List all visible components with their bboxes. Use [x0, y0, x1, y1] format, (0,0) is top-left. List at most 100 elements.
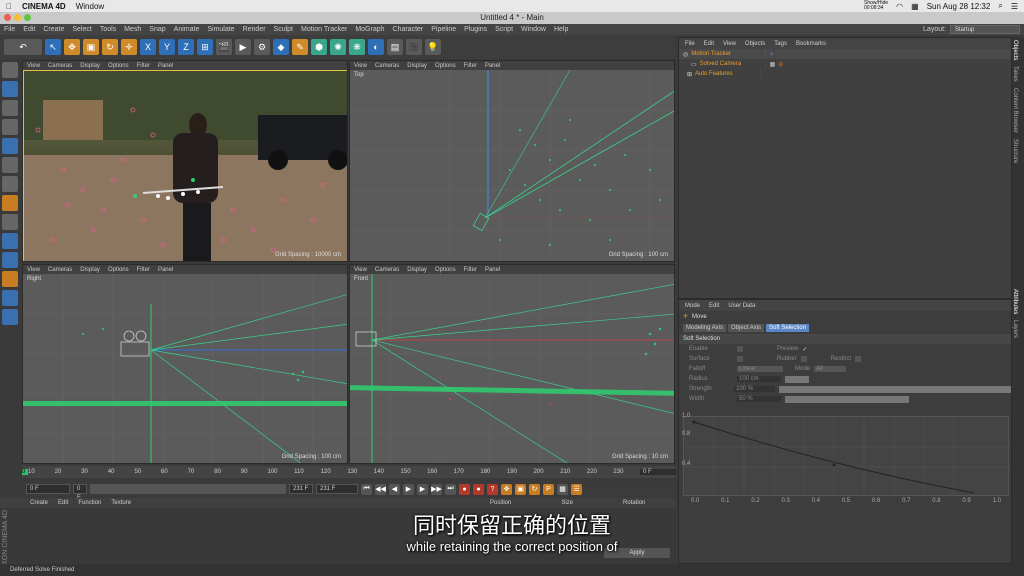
vp-menu-view[interactable]: View	[27, 63, 40, 69]
object-name[interactable]: Motion Tracker	[691, 51, 761, 57]
radius-slider[interactable]	[785, 375, 809, 383]
menu-simulate[interactable]: Simulate	[207, 26, 234, 33]
goto-start-icon[interactable]: ⏮	[361, 483, 372, 495]
om-menu-edit[interactable]: Edit	[704, 41, 714, 47]
tab-soft-selection[interactable]: Soft Selection	[766, 324, 810, 332]
protection-tag-icon[interactable]: ⊘	[778, 61, 783, 68]
menu-sculpt[interactable]: Sculpt	[274, 26, 293, 33]
rotate-tool-icon[interactable]: ↻	[102, 39, 118, 55]
vp-menu-view[interactable]: View	[354, 267, 367, 273]
model-mode-icon[interactable]	[2, 81, 18, 97]
menu-render[interactable]: Render	[243, 26, 266, 33]
start-frame-field[interactable]: 0 F	[26, 484, 70, 494]
menu-mesh[interactable]: Mesh	[124, 26, 141, 33]
layout-select[interactable]: Startup	[950, 25, 1020, 34]
om-menu-objects[interactable]: Objects	[745, 41, 765, 47]
viewport-top[interactable]: View Cameras Display Options Filter Pane…	[349, 60, 675, 262]
coord-system-icon[interactable]: ⊞	[197, 39, 213, 55]
dollar-icon[interactable]	[2, 252, 18, 268]
menu-snap[interactable]: Snap	[149, 26, 165, 33]
preview-range-end[interactable]: 231 F	[289, 484, 313, 494]
menu-animate[interactable]: Animate	[174, 26, 200, 33]
object-name[interactable]: Auto Features	[695, 71, 757, 77]
window-menu[interactable]: Window	[76, 2, 104, 11]
cloner-icon[interactable]: ✺	[330, 39, 346, 55]
radius-field[interactable]: 100 cm	[737, 376, 781, 382]
am-menu-mode[interactable]: Mode	[685, 303, 700, 309]
next-key-icon[interactable]: ▶▶	[431, 483, 442, 495]
render-view-icon[interactable]: 🎬	[216, 39, 232, 55]
menu-help[interactable]: Help	[554, 26, 568, 33]
workplane-icon[interactable]	[2, 119, 18, 135]
menu-mograph[interactable]: MoGraph	[355, 26, 384, 33]
vp-menu-display[interactable]: Display	[407, 63, 427, 69]
points-mode-icon[interactable]	[2, 138, 18, 154]
menu-pipeline[interactable]: Pipeline	[431, 26, 456, 33]
vp-menu-cameras[interactable]: Cameras	[48, 267, 72, 273]
vp-menu-view[interactable]: View	[354, 63, 367, 69]
tweak-mode-icon[interactable]	[2, 214, 18, 230]
play-icon[interactable]: ▶	[403, 483, 414, 495]
select-tool-icon[interactable]: ↖	[45, 39, 61, 55]
am-menu-edit[interactable]: Edit	[709, 303, 719, 309]
record-parameter-icon[interactable]: P	[543, 483, 554, 495]
prev-key-icon[interactable]: ◀◀	[375, 483, 386, 495]
vp-menu-panel[interactable]: Panel	[485, 267, 500, 273]
light-icon[interactable]: 💡	[425, 39, 441, 55]
keyframe-selection-icon[interactable]: ?	[487, 483, 498, 495]
viewport-front[interactable]: View Cameras Display Options Filter Pane…	[349, 264, 675, 464]
deformer-icon[interactable]: ❋	[349, 39, 365, 55]
tab-object-axis[interactable]: Object Axis	[728, 324, 765, 332]
side-tab-attributes[interactable]: Attributes	[1012, 286, 1018, 317]
texture-mode-icon[interactable]	[2, 100, 18, 116]
material-menu-create[interactable]: Create	[30, 500, 48, 506]
vp-menu-cameras[interactable]: Cameras	[375, 267, 399, 273]
search-icon[interactable]: ⌕	[998, 1, 1002, 11]
zoom-button[interactable]	[24, 14, 31, 21]
menu-icon[interactable]: ☰	[1011, 2, 1018, 11]
edges-mode-icon[interactable]	[2, 157, 18, 173]
width-field[interactable]: 50 %	[737, 396, 781, 402]
vp-menu-display[interactable]: Display	[80, 63, 100, 69]
vp-menu-filter[interactable]: Filter	[464, 63, 477, 69]
menu-motion-tracker[interactable]: Motion Tracker	[301, 26, 347, 33]
end-frame-field[interactable]: 231 F	[316, 484, 358, 494]
visibility-dots[interactable]: ⁚	[760, 71, 762, 78]
material-menu-texture[interactable]: Texture	[111, 500, 131, 506]
vp-menu-options[interactable]: Options	[435, 267, 456, 273]
record-pla-icon[interactable]: ▦	[557, 483, 568, 495]
timeline-ruler[interactable]: 0 10 20 30 40 50 60 70 80 90 100 110 120…	[22, 466, 677, 478]
floor-icon[interactable]: ▤	[387, 39, 403, 55]
rubber-checkbox[interactable]	[800, 356, 807, 362]
vp-menu-filter[interactable]: Filter	[464, 267, 477, 273]
object-row-motion-tracker[interactable]: ◎ Motion Tracker ⁚ ✧	[679, 49, 1011, 59]
autokey-icon[interactable]: ●	[473, 483, 484, 495]
paint-icon[interactable]	[2, 271, 18, 287]
object-row-solved-camera[interactable]: ▭ Solved Camera ⁚ ▦ ⊘	[679, 59, 1011, 69]
side-tab-layers[interactable]: Layers	[1012, 317, 1018, 341]
camera-tag-icon[interactable]: ▦	[770, 61, 776, 68]
vp-menu-filter[interactable]: Filter	[137, 267, 150, 273]
goto-end-icon[interactable]: ⏭	[445, 483, 456, 495]
surface-checkbox[interactable]	[737, 356, 743, 362]
app-menu[interactable]: CINEMA 4D	[22, 2, 66, 11]
x-axis-icon[interactable]: X	[140, 39, 156, 55]
prev-frame-icon[interactable]: ◀	[389, 483, 400, 495]
z-axis-icon[interactable]: Z	[178, 39, 194, 55]
preview-range-slider[interactable]	[90, 484, 286, 494]
y-axis-icon[interactable]: Y	[159, 39, 175, 55]
render-settings-icon[interactable]: ⚙	[254, 39, 270, 55]
side-tab-objects[interactable]: Objects	[1012, 37, 1018, 63]
om-menu-view[interactable]: View	[723, 41, 736, 47]
next-frame-icon[interactable]: ▶	[417, 483, 428, 495]
menu-select[interactable]: Select	[72, 26, 91, 33]
om-menu-file[interactable]: File	[685, 41, 695, 47]
object-row-auto-features[interactable]: ⊞ Auto Features ⁚	[679, 69, 1011, 79]
material-menu-function[interactable]: Function	[78, 500, 101, 506]
object-name[interactable]: Solved Camera	[700, 61, 762, 67]
menu-create[interactable]: Create	[43, 26, 64, 33]
menu-file[interactable]: File	[4, 26, 15, 33]
menu-character[interactable]: Character	[393, 26, 424, 33]
scene-icon[interactable]: ◐	[368, 39, 384, 55]
cube-icon[interactable]: ◆	[273, 39, 289, 55]
